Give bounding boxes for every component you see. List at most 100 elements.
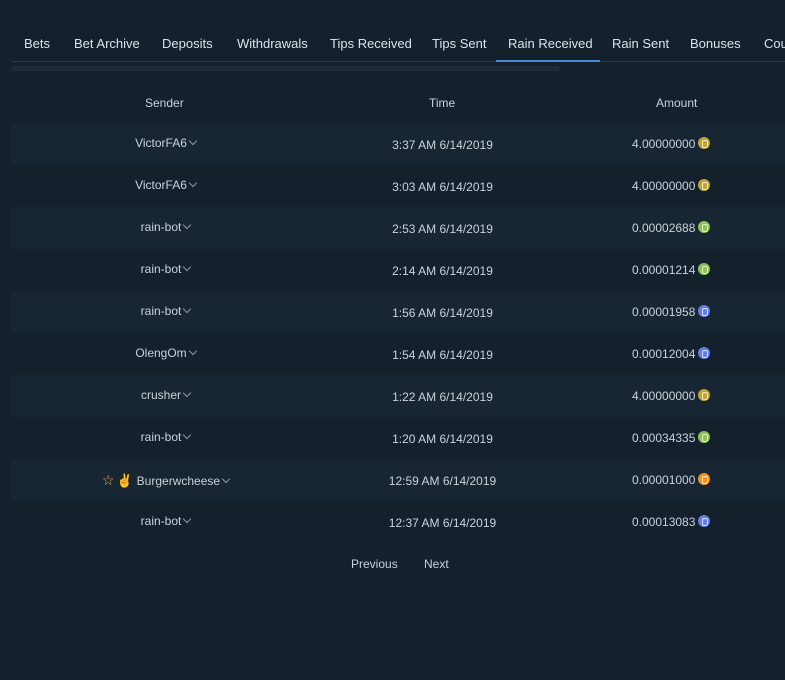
- tab-withdrawals[interactable]: Withdrawals: [237, 36, 308, 52]
- sender-cell[interactable]: rain-bot: [11, 262, 320, 276]
- table-row: OlengOm 1:54 AM 6/14/2019 0.00012004: [11, 333, 785, 375]
- amount-value: 4.00000000: [632, 389, 696, 403]
- amount-value: 0.00034335: [632, 431, 696, 445]
- tab-cou[interactable]: Cou: [764, 36, 785, 52]
- time-cell: 3:03 AM 6/14/2019: [392, 180, 493, 194]
- sender-name[interactable]: VictorFA6: [135, 178, 187, 192]
- sender-cell[interactable]: rain-bot: [11, 514, 320, 528]
- tab-rain-received[interactable]: Rain Received: [508, 36, 593, 52]
- sender-name[interactable]: rain-bot: [141, 220, 182, 234]
- amount-cell: 0.00001000: [632, 473, 711, 487]
- table-row: VictorFA6 3:37 AM 6/14/2019 4.00000000: [11, 123, 785, 165]
- header-time: Time: [429, 96, 456, 110]
- chevron-down-icon[interactable]: [183, 514, 192, 524]
- chevron-down-icon[interactable]: [221, 474, 231, 484]
- tab-bets[interactable]: Bets: [24, 36, 50, 52]
- tab-tips-sent[interactable]: Tips Sent: [432, 36, 486, 52]
- time-cell: 1:54 AM 6/14/2019: [392, 348, 493, 362]
- time-cell: 3:37 AM 6/14/2019: [392, 138, 493, 152]
- amount-value: 4.00000000: [632, 137, 696, 151]
- table-row: ☆ ✌ Burgerwcheese 12:59 AM 6/14/2019 0.000…: [11, 459, 785, 501]
- rain-received-table: VictorFA6 3:37 AM 6/14/2019 4.00000000 V…: [11, 123, 785, 543]
- ethereum-icon: [698, 515, 711, 527]
- horizontal-scrollbar[interactable]: [11, 66, 560, 71]
- amount-value: 4.00000000: [632, 179, 696, 193]
- tab-rain-sent[interactable]: Rain Sent: [612, 36, 669, 52]
- amount-cell: 0.00034335: [632, 431, 711, 445]
- amount-value: 0.00001214: [632, 263, 696, 277]
- sender-name[interactable]: crusher: [141, 388, 181, 402]
- chevron-down-icon[interactable]: [183, 304, 192, 314]
- amount-cell: 0.00012004: [632, 347, 711, 361]
- sender-cell[interactable]: rain-bot: [11, 430, 320, 444]
- dogecoin-icon: [698, 389, 711, 401]
- next-page-button[interactable]: Next: [424, 557, 449, 571]
- tab-bet-archive[interactable]: Bet Archive: [74, 36, 140, 52]
- chevron-down-icon[interactable]: [183, 262, 192, 272]
- amount-cell: 4.00000000: [632, 179, 711, 193]
- ethereum-icon: [698, 305, 711, 317]
- sender-name[interactable]: VictorFA6: [135, 136, 187, 150]
- time-cell: 1:22 AM 6/14/2019: [392, 390, 493, 404]
- amount-cell: 0.00002688: [632, 221, 711, 235]
- sender-name[interactable]: OlengOm: [135, 346, 186, 360]
- tab-deposits[interactable]: Deposits: [162, 36, 213, 52]
- amount-cell: 0.00001958: [632, 305, 711, 319]
- table-row: crusher 1:22 AM 6/14/2019 4.00000000: [11, 375, 785, 417]
- table-row: rain-bot 1:20 AM 6/14/2019 0.00034335: [11, 417, 785, 459]
- table-row: rain-bot 1:56 AM 6/14/2019 0.00001958: [11, 291, 785, 333]
- amount-value: 0.00001000: [632, 473, 696, 487]
- ethereum-icon: [698, 347, 711, 359]
- sender-name[interactable]: rain-bot: [141, 514, 182, 528]
- header-amount: Amount: [656, 96, 698, 110]
- sender-cell[interactable]: VictorFA6: [11, 178, 320, 192]
- sender-name[interactable]: rain-bot: [141, 430, 182, 444]
- previous-page-button[interactable]: Previous: [351, 557, 398, 571]
- bitcoin-cash-icon: [698, 263, 711, 275]
- tab-bonuses[interactable]: Bonuses: [690, 36, 741, 52]
- time-cell: 2:53 AM 6/14/2019: [392, 222, 493, 236]
- amount-cell: 0.00001214: [632, 263, 711, 277]
- time-cell: 12:37 AM 6/14/2019: [388, 516, 497, 530]
- sender-cell[interactable]: ☆ ✌ Burgerwcheese: [11, 472, 320, 489]
- time-cell: 1:56 AM 6/14/2019: [392, 306, 493, 320]
- time-cell: 1:20 AM 6/14/2019: [392, 432, 493, 446]
- table-row: rain-bot 2:14 AM 6/14/2019 0.00001214: [11, 249, 785, 291]
- amount-value: 0.00001958: [632, 305, 696, 319]
- table-row: rain-bot 12:37 AM 6/14/2019 0.00013083: [11, 501, 785, 543]
- sender-name[interactable]: rain-bot: [141, 304, 182, 318]
- tab-bar-divider: [11, 61, 785, 62]
- star-icon: ☆: [101, 472, 115, 488]
- time-cell: 2:14 AM 6/14/2019: [392, 264, 493, 278]
- sender-cell[interactable]: rain-bot: [11, 220, 320, 234]
- sender-name[interactable]: Burgerwcheese: [137, 474, 220, 488]
- sender-cell[interactable]: rain-bot: [11, 304, 320, 318]
- sender-cell[interactable]: OlengOm: [11, 346, 320, 360]
- table-row: VictorFA6 3:03 AM 6/14/2019 4.00000000: [11, 165, 785, 207]
- bitcoin-cash-icon: [698, 431, 711, 443]
- bitcoin-cash-icon: [698, 221, 711, 233]
- dogecoin-icon: [698, 179, 711, 191]
- amount-cell: 4.00000000: [632, 137, 711, 151]
- table-row: rain-bot 2:53 AM 6/14/2019 0.00002688: [11, 207, 785, 249]
- hand-icon: ✌: [116, 473, 133, 488]
- tab-bar: Bets Bet Archive Deposits Withdrawals Ti…: [0, 0, 785, 62]
- sender-cell[interactable]: VictorFA6: [11, 136, 320, 150]
- dogecoin-icon: [698, 137, 711, 149]
- chevron-down-icon[interactable]: [182, 388, 192, 398]
- amount-cell: 4.00000000: [632, 389, 711, 403]
- chevron-down-icon[interactable]: [188, 136, 198, 146]
- table-header: Sender Time Amount: [0, 96, 785, 114]
- amount-cell: 0.00013083: [632, 515, 711, 529]
- sender-name[interactable]: rain-bot: [141, 262, 182, 276]
- tab-tips-received[interactable]: Tips Received: [330, 36, 412, 52]
- sender-cell[interactable]: crusher: [11, 388, 320, 402]
- time-cell: 12:59 AM 6/14/2019: [388, 474, 497, 488]
- active-tab-indicator: [496, 60, 600, 62]
- bitcoin-icon: [698, 473, 711, 485]
- chevron-down-icon[interactable]: [188, 346, 197, 356]
- amount-value: 0.00012004: [632, 347, 696, 361]
- chevron-down-icon[interactable]: [183, 430, 192, 440]
- chevron-down-icon[interactable]: [183, 220, 192, 230]
- chevron-down-icon[interactable]: [188, 178, 198, 188]
